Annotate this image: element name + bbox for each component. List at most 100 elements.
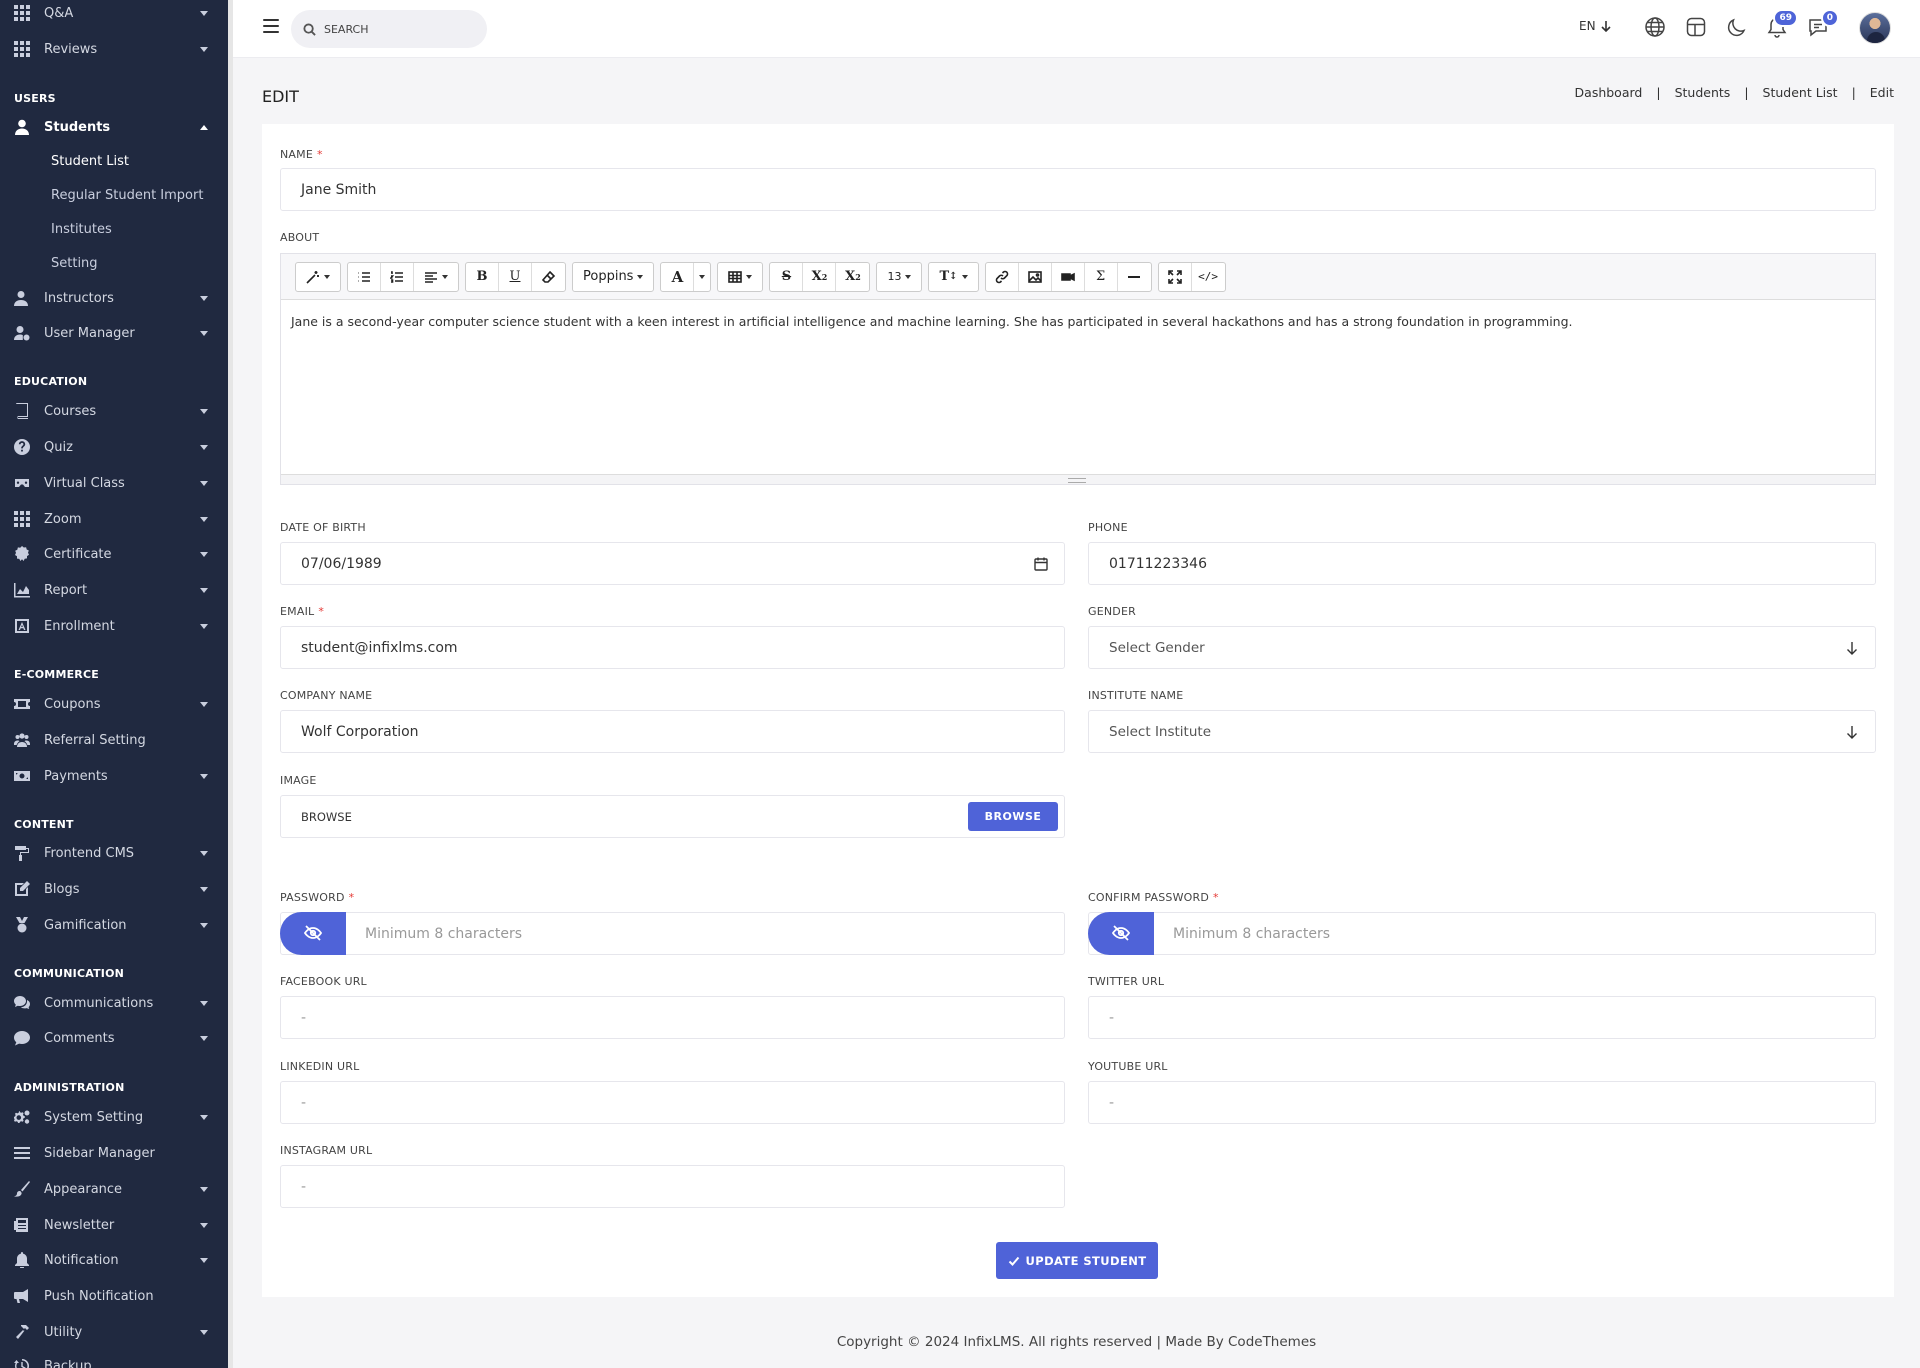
horizontal-rule-button[interactable] [1118, 263, 1151, 291]
sidebar-item-communications[interactable]: Communications [0, 988, 228, 1018]
layout-icon[interactable] [1685, 16, 1709, 40]
globe-icon[interactable] [1644, 16, 1668, 40]
breadcrumb-student-list[interactable]: Student List [1763, 85, 1838, 100]
sidebar-item-courses[interactable]: Courses [0, 396, 228, 426]
sidebar-scrollbar[interactable] [228, 0, 233, 1368]
subscript-button[interactable]: X2 [836, 263, 869, 291]
sidebar-item-coupons[interactable]: Coupons [0, 689, 228, 719]
search-box[interactable] [291, 10, 487, 48]
sidebar-item-enrollment[interactable]: Enrollment [0, 611, 228, 641]
sidebar-item-students[interactable]: Students [0, 112, 228, 142]
sidebar-subitem-setting[interactable]: Setting [51, 256, 98, 271]
phone-input[interactable]: 01711223346 [1088, 542, 1876, 585]
image-button[interactable] [1019, 262, 1052, 291]
fullscreen-button[interactable] [1159, 262, 1192, 291]
confirm-password-input[interactable] [1173, 925, 1573, 942]
toggle-confirm-password-visibility-button[interactable] [1088, 911, 1154, 955]
sidebar-item-reviews[interactable]: Reviews [0, 34, 228, 64]
sidebar-item-virtual-class[interactable]: Virtual Class [0, 468, 228, 498]
sidebar-item-quiz[interactable]: Quiz [0, 432, 228, 462]
institute-label: INSTITUTE NAME [1088, 689, 1184, 702]
sidebar-item-push-notification[interactable]: Push Notification [0, 1281, 228, 1311]
toggle-password-visibility-button[interactable] [280, 911, 346, 955]
sidebar-item-gamification[interactable]: Gamification [0, 910, 228, 940]
sidebar-item-certificate[interactable]: Certificate [0, 539, 228, 569]
underline-button[interactable]: U [499, 262, 532, 291]
dark-mode-icon[interactable] [1726, 16, 1750, 40]
sidebar-item-newsletter[interactable]: Newsletter [0, 1210, 228, 1240]
dob-input[interactable]: 07/06/1989 [280, 542, 1065, 585]
sidebar-item-backup[interactable]: Backup [0, 1351, 228, 1368]
font-color-dropdown[interactable] [694, 263, 710, 291]
link-button[interactable] [986, 262, 1019, 291]
facebook-url-input[interactable]: - [280, 996, 1065, 1039]
code-view-button[interactable]: </> [1192, 263, 1225, 291]
sidebar-item-user-manager[interactable]: User Manager [0, 318, 228, 348]
sidebar-item-blogs[interactable]: Blogs [0, 874, 228, 904]
gender-select[interactable]: Select Gender [1088, 626, 1876, 669]
breadcrumb-students[interactable]: Students [1675, 85, 1731, 100]
company-input[interactable]: Wolf Corporation [280, 710, 1065, 753]
linkedin-url-input[interactable]: - [280, 1081, 1065, 1124]
font-family-select[interactable]: Poppins [573, 263, 653, 291]
youtube-url-input[interactable]: - [1088, 1081, 1876, 1124]
about-editor-content[interactable]: Jane is a second-year computer science s… [281, 300, 1875, 475]
math-button[interactable]: Σ [1085, 262, 1118, 291]
sidebar-item-notification[interactable]: Notification [0, 1245, 228, 1275]
bold-button[interactable]: B [466, 262, 499, 291]
sidebar-item-utility[interactable]: Utility [0, 1317, 228, 1347]
sidebar-item-frontend-cms[interactable]: Frontend CMS [0, 838, 228, 868]
message-icon[interactable]: 0 [1807, 9, 1839, 40]
sidebar-item-referral-setting[interactable]: Referral Setting [0, 725, 228, 755]
chevron-up-icon [200, 124, 208, 130]
chevron-down-icon [200, 408, 208, 414]
eraser-button[interactable] [532, 263, 565, 291]
sidebar-item-zoom[interactable]: Zoom [0, 504, 228, 534]
superscript-button[interactable]: X2 [803, 262, 837, 291]
menu-toggle-icon[interactable] [263, 19, 279, 33]
update-student-button[interactable]: UPDATE STUDENT [996, 1242, 1158, 1279]
sidebar-item-instructors[interactable]: Instructors [0, 283, 228, 313]
email-input[interactable]: student@infixlms.com [280, 626, 1065, 669]
language-selector[interactable]: EN [1579, 19, 1612, 33]
ordered-list-button[interactable] [381, 262, 414, 291]
section-administration: ADMINISTRATION [14, 1081, 125, 1094]
editor-resize-handle[interactable] [281, 474, 1875, 484]
sidebar-item-sidebar-manager[interactable]: Sidebar Manager [0, 1138, 228, 1168]
avatar[interactable] [1859, 12, 1891, 44]
bell-icon[interactable]: 69 [1766, 9, 1798, 40]
sidebar-subitem-regular-student-import[interactable]: Regular Student Import [51, 188, 203, 203]
confirm-password-field [1088, 911, 1876, 955]
line-height-button[interactable]: T ↕ [929, 263, 977, 291]
sidebar-item-comments[interactable]: Comments [0, 1023, 228, 1053]
font-color-button[interactable]: A [661, 262, 695, 291]
sidebar-item-report[interactable]: Report [0, 575, 228, 605]
dob-label: DATE OF BIRTH [280, 521, 366, 534]
sidebar-item-system-setting[interactable]: System Setting [0, 1102, 228, 1132]
image-file-input[interactable]: BROWSE BROWSE [280, 795, 1065, 838]
footer: Copyright © 2024 InfixLMS. All rights re… [836, 1334, 1317, 1350]
magic-style-button[interactable] [296, 263, 340, 291]
institute-select[interactable]: Select Institute [1088, 710, 1876, 753]
sidebar-item-appearance[interactable]: Appearance [0, 1174, 228, 1204]
password-input[interactable] [365, 925, 765, 942]
sidebar-subitem-institutes[interactable]: Institutes [51, 222, 112, 237]
search-input[interactable] [324, 22, 464, 36]
breadcrumb-edit[interactable]: Edit [1870, 85, 1894, 100]
breadcrumb-dashboard[interactable]: Dashboard [1575, 85, 1643, 100]
strikethrough-button[interactable]: S [770, 262, 804, 291]
paragraph-align-button[interactable] [414, 263, 458, 291]
sidebar-item-qa[interactable]: Q&A [0, 0, 228, 28]
calendar-icon[interactable] [1034, 557, 1048, 571]
unordered-list-button[interactable] [348, 262, 381, 291]
sidebar-subitem-student-list[interactable]: Student List [51, 154, 129, 169]
font-size-select[interactable]: 13 [877, 263, 921, 291]
table-button[interactable] [718, 263, 762, 291]
sidebar-item-payments[interactable]: Payments [0, 761, 228, 791]
twitter-url-input[interactable]: - [1088, 996, 1876, 1039]
video-button[interactable] [1052, 262, 1085, 291]
instagram-url-input[interactable]: - [280, 1165, 1065, 1208]
browse-button[interactable]: BROWSE [968, 802, 1058, 831]
chevron-down-icon [200, 444, 208, 450]
name-input[interactable]: Jane Smith [280, 168, 1876, 211]
